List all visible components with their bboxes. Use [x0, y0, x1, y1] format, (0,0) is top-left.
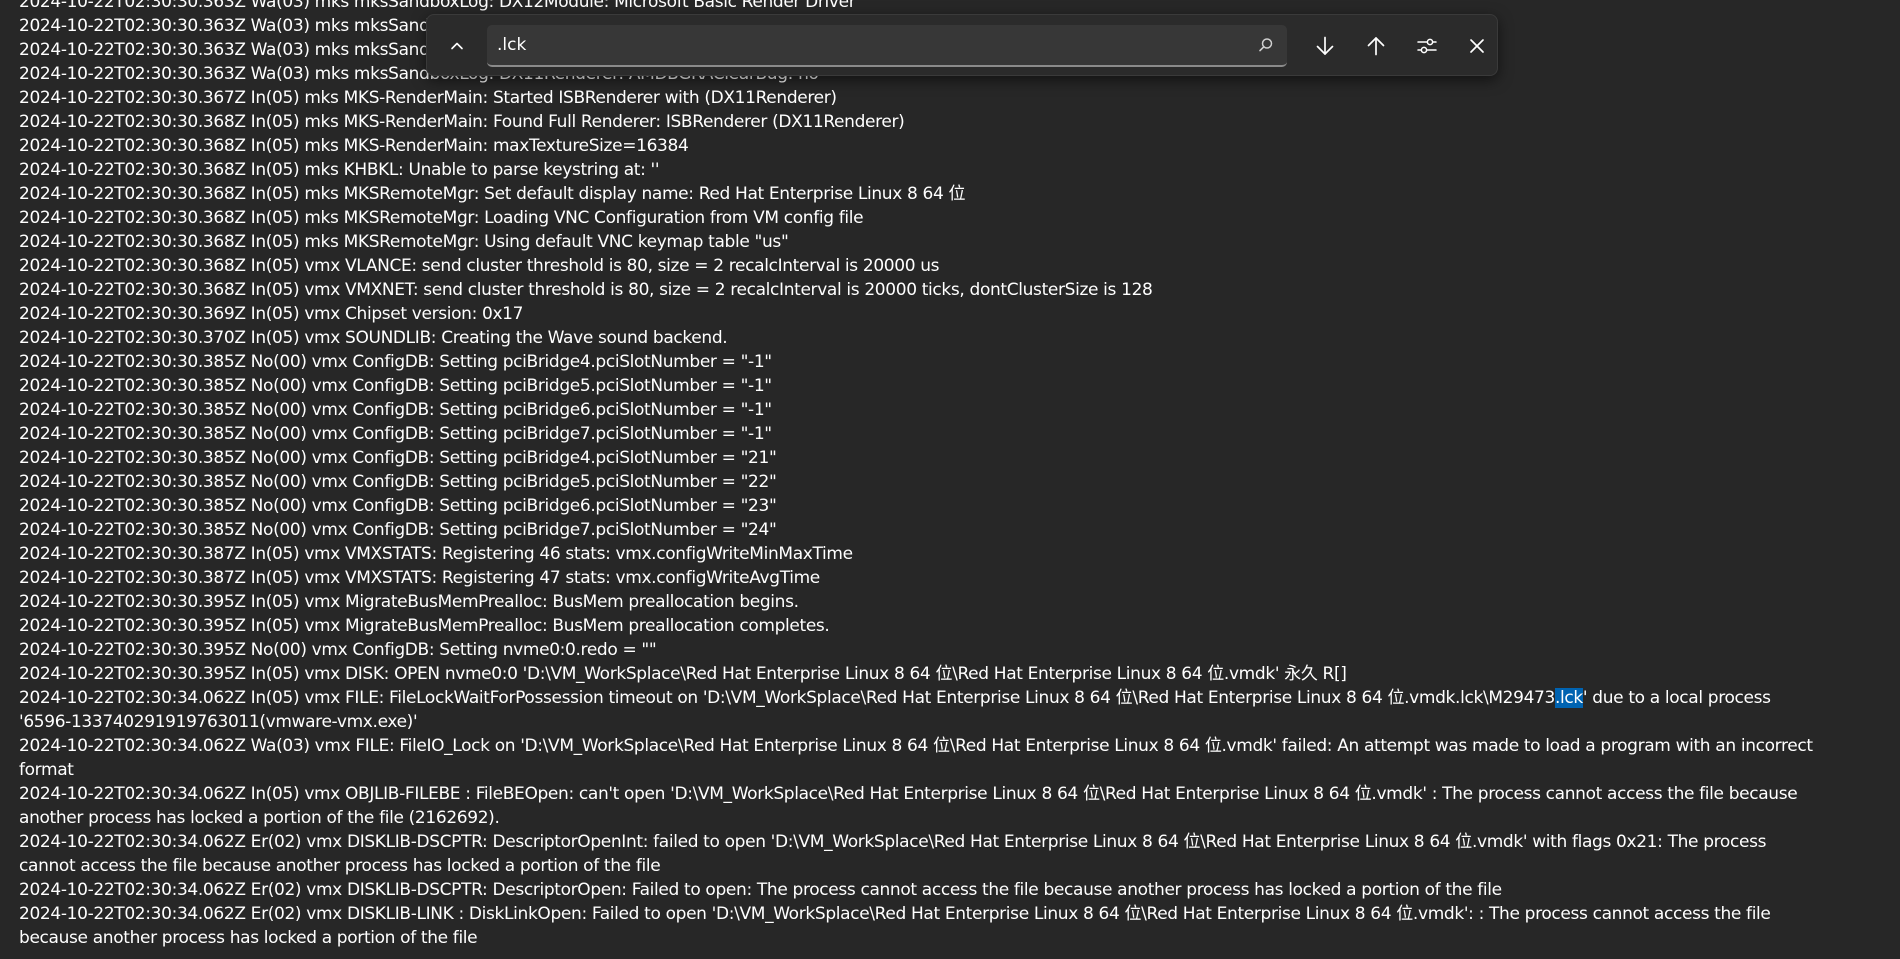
- log-line: format: [19, 760, 74, 780]
- log-line: 2024-10-22T02:30:34.062Z Er(02) vmx DISK…: [19, 832, 1767, 852]
- log-line: 2024-10-22T02:30:34.062Z Wa(03) vmx FILE…: [19, 736, 1813, 756]
- log-line: 2024-10-22T02:30:30.395Z In(05) vmx DISK…: [19, 664, 1347, 684]
- search-box: [487, 25, 1287, 67]
- log-line: 2024-10-22T02:30:30.385Z No(00) vmx Conf…: [19, 520, 777, 540]
- find-bar: [426, 14, 1498, 76]
- search-icon[interactable]: [1257, 36, 1275, 54]
- log-line: 2024-10-22T02:30:30.368Z In(05) mks KHBK…: [19, 160, 660, 180]
- log-line: 2024-10-22T02:30:30.369Z In(05) vmx Chip…: [19, 304, 524, 324]
- chevron-up-icon: [448, 37, 466, 55]
- arrow-up-icon: [1364, 34, 1388, 58]
- log-line: 2024-10-22T02:30:30.395Z In(05) vmx Migr…: [19, 616, 830, 636]
- log-line-text: ' due to a local process: [1582, 688, 1771, 708]
- log-line: 2024-10-22T02:30:30.385Z No(00) vmx Conf…: [19, 472, 777, 492]
- log-line: 2024-10-22T02:30:30.385Z No(00) vmx Conf…: [19, 424, 772, 444]
- log-line: 2024-10-22T02:30:30.368Z In(05) mks MKS-…: [19, 112, 905, 132]
- log-line: 2024-10-22T02:30:34.062Z Er(02) vmx DISK…: [19, 904, 1771, 924]
- log-line: 2024-10-22T02:30:30.385Z No(00) vmx Conf…: [19, 400, 772, 420]
- log-line: 2024-10-22T02:30:30.363Z Wa(03) mks mksS…: [19, 0, 856, 12]
- log-line: 2024-10-22T02:30:30.385Z No(00) vmx Conf…: [19, 376, 772, 396]
- log-line: 2024-10-22T02:30:30.368Z In(05) vmx VLAN…: [19, 256, 940, 276]
- log-line: 2024-10-22T02:30:30.387Z In(05) vmx VMXS…: [19, 544, 853, 564]
- close-find-button[interactable]: [1457, 27, 1497, 65]
- next-match-button[interactable]: [1305, 27, 1345, 65]
- log-text-area[interactable]: 2024-10-22T02:30:30.363Z Wa(03) mks mksS…: [19, 0, 1895, 959]
- log-line: 2024-10-22T02:30:30.385Z No(00) vmx Conf…: [19, 448, 777, 468]
- log-line: 2024-10-22T02:30:30.370Z In(05) vmx SOUN…: [19, 328, 728, 348]
- search-match-highlight: .lck: [1555, 688, 1583, 708]
- log-line: 2024-10-22T02:30:34.062Z In(05) vmx FILE…: [19, 686, 1895, 710]
- log-line: 2024-10-22T02:30:34.062Z In(05) vmx OBJL…: [19, 784, 1798, 804]
- log-line: 2024-10-22T02:30:30.387Z In(05) vmx VMXS…: [19, 568, 820, 588]
- log-line: 2024-10-22T02:30:30.368Z In(05) mks MKSR…: [19, 232, 789, 252]
- log-line: 2024-10-22T02:30:30.385Z No(00) vmx Conf…: [19, 352, 772, 372]
- log-line: 2024-10-22T02:30:30.368Z In(05) mks MKSR…: [19, 184, 966, 204]
- search-input[interactable]: [497, 25, 1227, 65]
- sliders-icon: [1415, 34, 1439, 58]
- log-line: 2024-10-22T02:30:30.368Z In(05) vmx VMXN…: [19, 280, 1153, 300]
- arrow-down-icon: [1313, 34, 1337, 58]
- collapse-button[interactable]: [437, 27, 477, 65]
- log-line: cannot access the file because another p…: [19, 856, 661, 876]
- log-line: '6596-133740291919763011(vmware-vmx.exe)…: [19, 712, 418, 732]
- log-line: another process has locked a portion of …: [19, 808, 500, 828]
- log-line: because another process has locked a por…: [19, 928, 478, 948]
- close-icon: [1467, 36, 1487, 56]
- log-line: 2024-10-22T02:30:34.062Z Er(02) vmx DISK…: [19, 880, 1502, 900]
- log-line: 2024-10-22T02:30:30.368Z In(05) mks MKS-…: [19, 136, 689, 156]
- log-line: 2024-10-22T02:30:30.395Z No(00) vmx Conf…: [19, 640, 657, 660]
- search-options-button[interactable]: [1407, 27, 1447, 65]
- log-line: 2024-10-22T02:30:30.385Z No(00) vmx Conf…: [19, 496, 777, 516]
- previous-match-button[interactable]: [1356, 27, 1396, 65]
- log-line: 2024-10-22T02:30:30.367Z In(05) mks MKS-…: [19, 88, 837, 108]
- log-line: 2024-10-22T02:30:30.368Z In(05) mks MKSR…: [19, 208, 864, 228]
- log-line-text: 2024-10-22T02:30:34.062Z In(05) vmx FILE…: [19, 688, 1555, 708]
- log-line: 2024-10-22T02:30:30.395Z In(05) vmx Migr…: [19, 592, 799, 612]
